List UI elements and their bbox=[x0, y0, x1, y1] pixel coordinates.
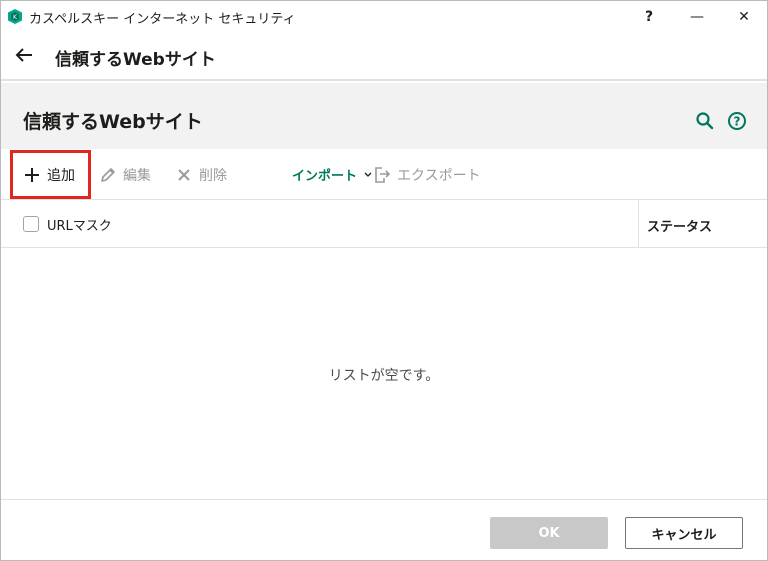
empty-list-message: リストが空です。 bbox=[328, 368, 440, 384]
add-button-highlight bbox=[10, 150, 91, 199]
ok-button[interactable]: OK bbox=[490, 517, 608, 549]
chevron-down-icon bbox=[364, 172, 372, 178]
column-divider[interactable] bbox=[638, 200, 639, 247]
pencil-icon bbox=[99, 166, 117, 184]
back-button[interactable] bbox=[11, 42, 37, 68]
import-dropdown[interactable]: インポート bbox=[292, 149, 372, 200]
help-circle-icon[interactable]: ? bbox=[727, 111, 747, 131]
window-help-button[interactable]: ? bbox=[626, 1, 672, 32]
column-url-mask[interactable]: URLマスク bbox=[47, 215, 112, 234]
close-button[interactable]: ✕ bbox=[721, 1, 767, 32]
edit-button[interactable]: 編集 bbox=[99, 149, 151, 200]
nav-title: 信頼するWebサイト bbox=[55, 50, 216, 70]
cancel-button[interactable]: キャンセル bbox=[625, 517, 743, 549]
app-window: K カスペルスキー インターネット セキュリティ ? — ✕ 信頼するWebサイ… bbox=[0, 0, 768, 561]
minimize-button[interactable]: — bbox=[674, 1, 720, 32]
footer: OK キャンセル bbox=[1, 499, 767, 560]
export-icon bbox=[373, 166, 391, 184]
delete-label: 削除 bbox=[199, 167, 227, 184]
column-status[interactable]: ステータス bbox=[647, 216, 712, 235]
x-icon bbox=[175, 166, 193, 184]
title-bar: K カスペルスキー インターネット セキュリティ ? — ✕ bbox=[1, 1, 767, 32]
search-icon[interactable] bbox=[695, 111, 715, 131]
page-title: 信頼するWebサイト bbox=[23, 111, 203, 133]
kaspersky-logo-icon: K bbox=[8, 9, 22, 24]
table-body: リストが空です。 bbox=[1, 249, 767, 499]
import-label: インポート bbox=[292, 169, 358, 184]
export-button[interactable]: エクスポート bbox=[373, 149, 481, 200]
select-all-checkbox[interactable] bbox=[23, 216, 39, 232]
nav-bar: 信頼するWebサイト bbox=[1, 32, 767, 81]
section-header: 信頼するWebサイト ? bbox=[1, 83, 767, 149]
svg-text:?: ? bbox=[734, 115, 741, 129]
table-header: URLマスク ステータス bbox=[1, 200, 767, 248]
export-label: エクスポート bbox=[397, 167, 481, 184]
delete-button[interactable]: 削除 bbox=[175, 149, 227, 200]
window-title: カスペルスキー インターネット セキュリティ bbox=[29, 12, 296, 27]
arrow-left-icon bbox=[15, 48, 32, 62]
toolbar: 追加 編集 削除 インポート エクスポート bbox=[1, 149, 767, 200]
edit-label: 編集 bbox=[123, 167, 151, 184]
